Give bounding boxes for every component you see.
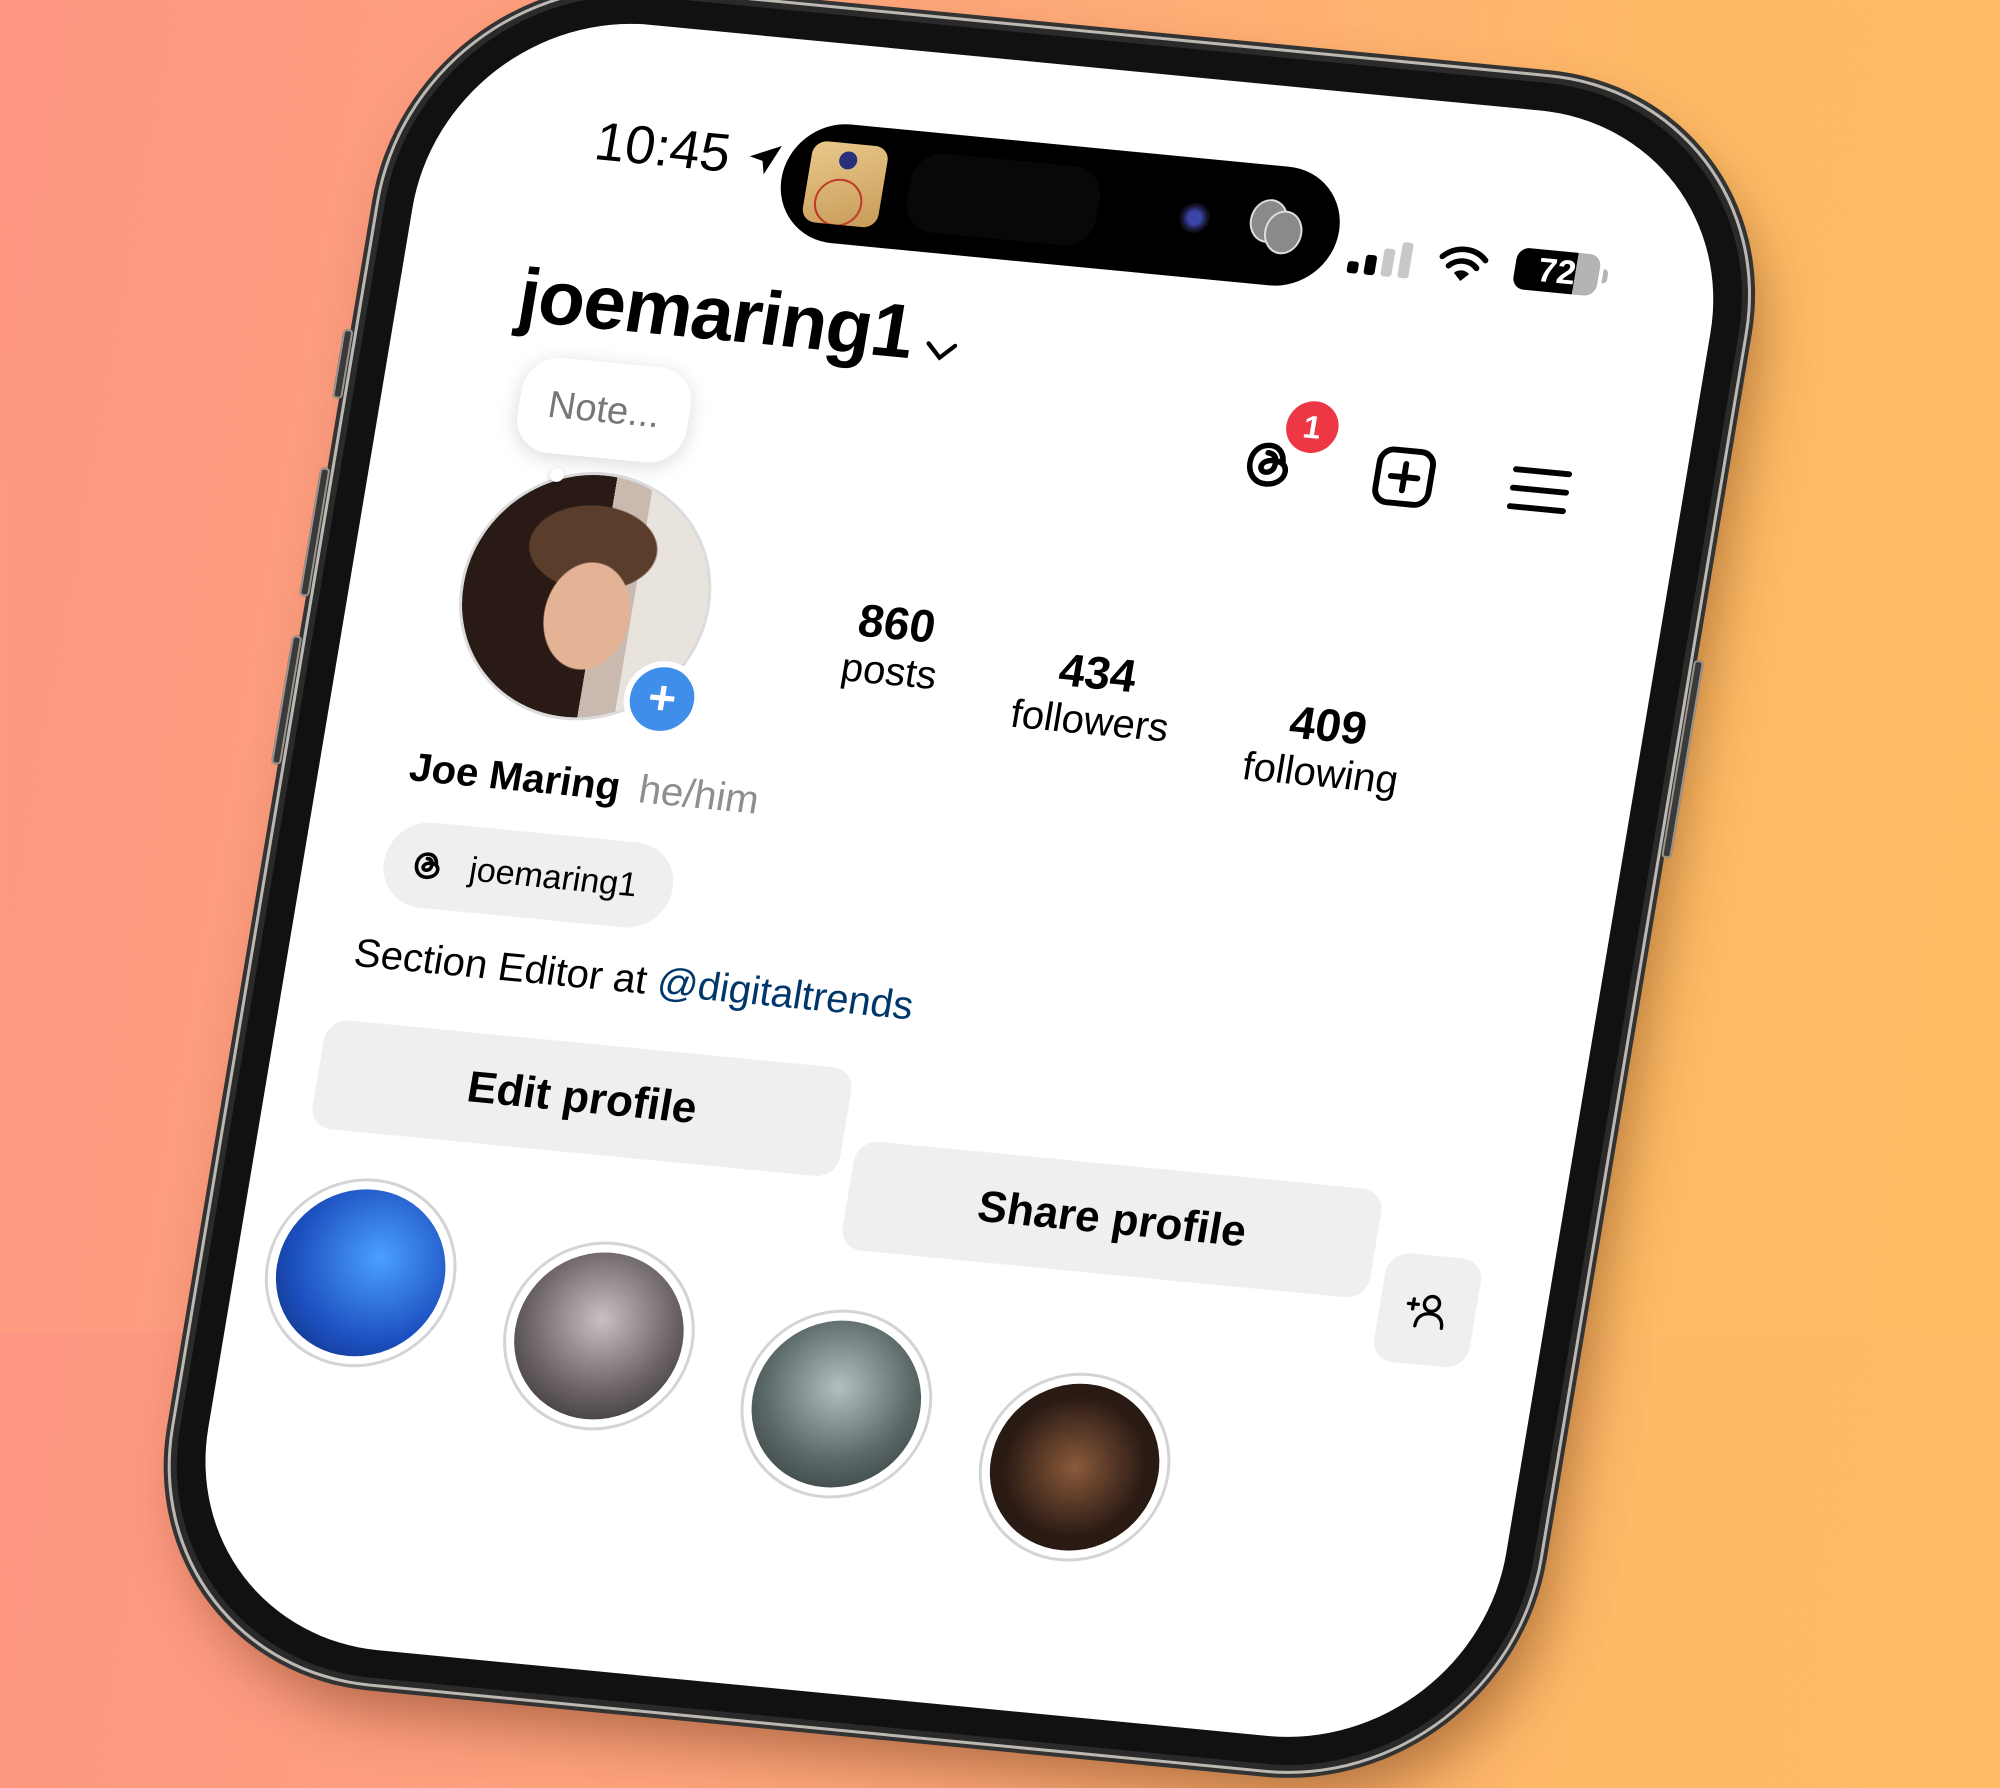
profile-username: joemaring1 bbox=[512, 252, 920, 375]
volume-up-button bbox=[298, 467, 331, 597]
threads-handle: joemaring1 bbox=[466, 850, 641, 904]
chevron-down-icon bbox=[926, 341, 958, 361]
stat-value: 860 bbox=[854, 593, 940, 653]
header-actions: 1 bbox=[1230, 398, 1578, 526]
bio-mention-link[interactable]: @digitaltrends bbox=[654, 960, 916, 1028]
location-arrow-icon bbox=[749, 146, 783, 175]
battery-percent: 72 bbox=[1534, 250, 1579, 292]
live-activity-artwork bbox=[800, 140, 890, 229]
airpods-icon bbox=[1245, 195, 1310, 257]
dynamic-island bbox=[771, 118, 1349, 292]
add-person-icon bbox=[1406, 1294, 1444, 1330]
create-button[interactable] bbox=[1366, 441, 1443, 513]
power-button bbox=[1661, 659, 1705, 859]
time-text: 10:45 bbox=[590, 111, 736, 184]
bio-text: Section Editor at bbox=[350, 931, 662, 1004]
stat-label: posts bbox=[837, 645, 941, 699]
action-button bbox=[332, 328, 354, 400]
highlight-item[interactable] bbox=[726, 1300, 947, 1508]
note-bubble[interactable]: Note... bbox=[511, 354, 697, 466]
stat-followers[interactable]: 434 followers bbox=[1002, 638, 1180, 781]
island-sensor bbox=[902, 150, 1105, 249]
menu-hamburger-icon bbox=[1506, 466, 1573, 515]
highlight-item[interactable] bbox=[964, 1364, 1185, 1571]
create-plus-icon bbox=[1372, 446, 1437, 508]
threads-icon bbox=[414, 852, 440, 880]
threads-profile-chip[interactable]: joemaring1 bbox=[376, 818, 681, 932]
volume-down-button bbox=[270, 635, 303, 765]
discover-people-button[interactable] bbox=[1370, 1251, 1485, 1370]
status-time: 10:45 bbox=[590, 110, 790, 190]
highlight-item[interactable] bbox=[488, 1232, 710, 1439]
status-indicators: 72 bbox=[1346, 231, 1603, 297]
battery-indicator: 72 bbox=[1511, 247, 1603, 297]
display-name: Joe Maring bbox=[406, 745, 624, 810]
threads-button[interactable]: 1 bbox=[1230, 398, 1343, 500]
edit-profile-button[interactable]: Edit profile bbox=[309, 1018, 855, 1179]
front-camera bbox=[1177, 201, 1213, 235]
profile-avatar-container: + bbox=[440, 460, 731, 741]
note-placeholder: Note... bbox=[545, 383, 664, 436]
profile-bio: Section Editor at @digitaltrends bbox=[351, 931, 917, 1029]
profile-name-row: Joe Maring he/him bbox=[406, 745, 762, 823]
highlight-4 bbox=[977, 1376, 1173, 1559]
plus-icon: + bbox=[643, 671, 681, 727]
wifi-icon bbox=[1439, 246, 1489, 281]
highlight-3 bbox=[738, 1312, 934, 1496]
highlight-item[interactable] bbox=[250, 1169, 471, 1376]
phone-frame: 10:45 72 joemaring1 1 + Note... 860 post… bbox=[141, 0, 1777, 1786]
stat-posts[interactable]: 860 posts bbox=[828, 592, 949, 758]
stat-following[interactable]: 409 following bbox=[1239, 691, 1410, 804]
background: 10:45 72 joemaring1 1 + Note... 860 post… bbox=[0, 0, 2000, 1786]
highlight-1 bbox=[263, 1181, 459, 1364]
screen: 10:45 72 joemaring1 1 + Note... 860 post… bbox=[174, 5, 1745, 1756]
highlight-2 bbox=[501, 1244, 697, 1428]
pronouns: he/him bbox=[635, 767, 763, 823]
profile-stats: 860 posts 434 followers 409 following bbox=[828, 592, 1421, 804]
menu-button[interactable] bbox=[1501, 454, 1578, 526]
cellular-signal-icon bbox=[1346, 237, 1414, 279]
